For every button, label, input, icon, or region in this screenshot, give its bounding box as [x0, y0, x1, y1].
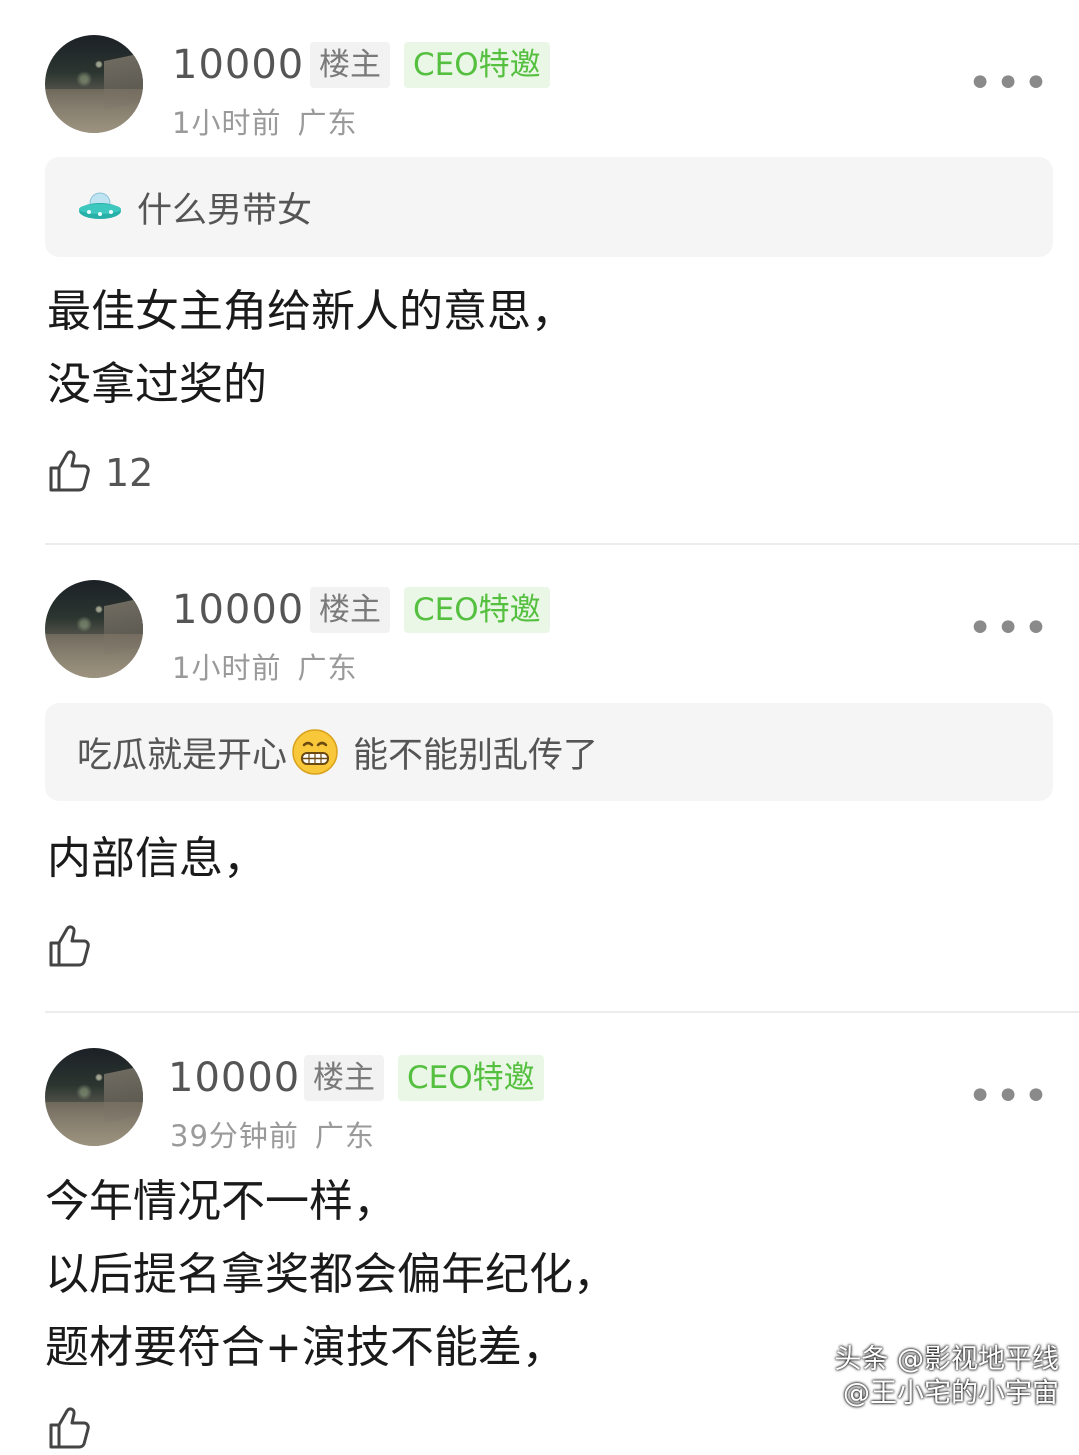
grin-emoji [291, 728, 339, 776]
quote-text: 什么男带女 [137, 190, 313, 231]
ceo-badge: CEO特邀 [404, 42, 550, 88]
quoted-reply[interactable]: 吃瓜就是开心 能不能别乱传了 [45, 703, 1053, 801]
like-count: 12 [105, 451, 154, 495]
more-options-icon[interactable]: ••• [967, 1071, 1051, 1122]
like-button[interactable] [47, 923, 105, 973]
op-badge: 楼主 [304, 1055, 384, 1101]
comment-line: 内部信息， [47, 833, 267, 884]
comment-body: 最佳女主角给新人的意思， 没拿过奖的 [47, 275, 575, 421]
comment-line: 今年情况不一样， [45, 1176, 397, 1227]
watermark: 头条 @影视地平线 @王小宅的小宇宙 [834, 1343, 1059, 1411]
quoted-reply[interactable]: 什么男带女 [45, 157, 1053, 257]
comment-location: 广东 [314, 1119, 375, 1153]
avatar[interactable] [45, 35, 143, 133]
comment-location: 广东 [297, 651, 358, 685]
watermark-line: @王小宅的小宇宙 [843, 1378, 1059, 1409]
comment-meta: 1小时前 广东 [172, 645, 357, 687]
comment-time: 1小时前 [172, 651, 282, 685]
like-button[interactable] [47, 1405, 105, 1455]
comment-line: 没拿过奖的 [47, 359, 267, 410]
ufo-icon [77, 187, 123, 227]
avatar[interactable] [45, 1048, 143, 1146]
comment-meta: 1小时前 广东 [172, 100, 357, 142]
comment-body: 内部信息， [47, 822, 267, 895]
thumbs-up-icon [47, 923, 93, 973]
username[interactable]: 10000 [172, 42, 304, 88]
quote-text-before: 吃瓜就是开心 [77, 735, 288, 776]
username[interactable]: 10000 [168, 1055, 300, 1101]
ceo-badge: CEO特邀 [398, 1055, 544, 1101]
comment-line: 以后提名拿奖都会偏年纪化， [45, 1249, 617, 1300]
comment-meta: 39分钟前 广东 [170, 1113, 375, 1155]
thumbs-up-icon [47, 448, 93, 498]
comment-line: 最佳女主角给新人的意思， [47, 286, 575, 337]
like-button[interactable]: 12 [47, 448, 153, 498]
comment-location: 广东 [297, 106, 358, 140]
quote-text-after: 能不能别乱传了 [353, 735, 599, 776]
thumbs-up-icon [47, 1405, 93, 1455]
username[interactable]: 10000 [172, 587, 304, 633]
avatar[interactable] [45, 580, 143, 678]
comment-item: 10000 楼主 CEO特邀 1小时前 广东 ••• 什么男带女 最佳女主角给新人… [0, 0, 1079, 545]
op-badge: 楼主 [310, 587, 390, 633]
comment-item: 10000 楼主 CEO特邀 1小时前 广东 ••• 吃瓜就是开心 能不能别乱传了… [0, 545, 1079, 1011]
comment-line: 题材要符合+演技不能差， [45, 1322, 566, 1373]
ceo-badge: CEO特邀 [404, 587, 550, 633]
comment-time: 39分钟前 [170, 1119, 299, 1153]
comment-body: 今年情况不一样， 以后提名拿奖都会偏年纪化， 题材要符合+演技不能差， [45, 1165, 617, 1384]
op-badge: 楼主 [310, 42, 390, 88]
watermark-line: 头条 @影视地平线 [834, 1344, 1059, 1375]
comment-time: 1小时前 [172, 106, 282, 140]
more-options-icon[interactable]: ••• [967, 58, 1051, 109]
more-options-icon[interactable]: ••• [967, 603, 1051, 654]
